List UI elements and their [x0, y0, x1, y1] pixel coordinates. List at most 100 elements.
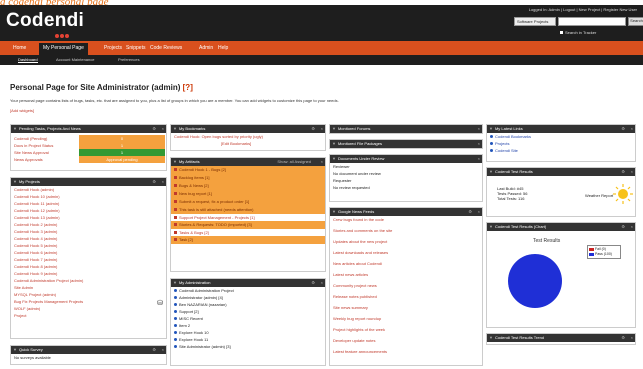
- checkbox-icon[interactable]: [560, 31, 563, 34]
- admin-item[interactable]: Site Administrator (admin) [3]: [171, 343, 325, 350]
- project-item[interactable]: Codendi Hook 4 (admin): [11, 235, 166, 242]
- artifact-item[interactable]: Codendi Hook 1 - Bugs [2]: [171, 166, 325, 174]
- preferences-link[interactable]: ⚙: [311, 126, 315, 131]
- project-item[interactable]: Codendi Hook 12 (admin): [11, 207, 166, 214]
- news-item[interactable]: Weekly bug report roundup: [330, 315, 482, 326]
- pending-label[interactable]: News Approvals: [14, 157, 43, 162]
- preferences-link[interactable]: ⚙: [621, 224, 625, 229]
- collapse-toggle-icon[interactable]: ▼: [489, 224, 493, 229]
- collapse-toggle-icon[interactable]: ▼: [332, 209, 336, 214]
- project-item[interactable]: WOLF (admin): [11, 305, 166, 312]
- project-item[interactable]: Codendi Hook 3 (admin): [11, 228, 166, 235]
- tab-projects[interactable]: Projects: [104, 45, 122, 51]
- news-item[interactable]: Crew bugs found in the code: [330, 216, 482, 227]
- link-item[interactable]: Projects: [487, 140, 635, 147]
- collapse-toggle-icon[interactable]: ▼: [13, 126, 17, 131]
- artifact-item[interactable]: Backlog items [1]: [171, 174, 325, 182]
- artifact-item[interactable]: Submit a request, fix a product order [1…: [171, 198, 325, 206]
- collapse-toggle-icon[interactable]: ▼: [332, 126, 336, 131]
- news-item[interactable]: Site news summary: [330, 304, 482, 315]
- news-item[interactable]: Updates about the new project: [330, 238, 482, 249]
- collapse-toggle-icon[interactable]: ▼: [13, 347, 17, 352]
- add-widgets-link[interactable]: [Add widgets]: [10, 108, 34, 113]
- close-icon[interactable]: ×: [478, 209, 480, 214]
- tab-code-reviews[interactable]: Code Reviews: [150, 45, 182, 51]
- project-item[interactable]: Codendi Hook 6 (admin): [11, 249, 166, 256]
- collapse-toggle-icon[interactable]: ▼: [173, 159, 177, 164]
- search-button[interactable]: Search: [628, 17, 643, 26]
- news-item[interactable]: Stories and comments on the site: [330, 227, 482, 238]
- project-item[interactable]: Bug Fix Projects Management Projects: [11, 298, 166, 305]
- subnav-account[interactable]: Account Maintenance: [56, 57, 94, 62]
- artifact-item[interactable]: Task [2]: [171, 236, 325, 244]
- admin-item[interactable]: MISC Recent: [171, 315, 325, 322]
- link-item[interactable]: Codendi Bookmarks: [487, 133, 635, 140]
- close-icon[interactable]: ×: [321, 159, 323, 164]
- tab-help[interactable]: Help: [218, 45, 228, 51]
- news-item[interactable]: Latest feature announcements: [330, 348, 482, 359]
- project-item[interactable]: Codendi Hook 10 (admin): [11, 193, 166, 200]
- project-item[interactable]: Codendi Hook 8 (admin): [11, 263, 166, 270]
- artifact-item[interactable]: Stories & Requests: TODO (imported) [3]: [171, 221, 325, 229]
- subnav-dashboard[interactable]: Dashboard: [18, 57, 38, 63]
- project-item[interactable]: Codendi Hook 2 (admin): [11, 221, 166, 228]
- close-icon[interactable]: ×: [162, 179, 164, 184]
- news-item[interactable]: Release notes published: [330, 293, 482, 304]
- bookmark-item[interactable]: Codendi Hook: Open bugs sorted by priori…: [171, 133, 325, 140]
- close-icon[interactable]: ×: [321, 280, 323, 285]
- project-item[interactable]: Site Admin: [11, 284, 166, 291]
- pending-label[interactable]: Codendi (Pending): [14, 136, 47, 141]
- tab-admin[interactable]: Admin: [199, 45, 213, 51]
- project-item[interactable]: Project: [11, 312, 166, 319]
- close-icon[interactable]: ×: [162, 126, 164, 131]
- page-title-help[interactable]: [?]: [183, 83, 193, 92]
- news-item[interactable]: New articles about Codendi: [330, 260, 482, 271]
- close-icon[interactable]: ×: [321, 126, 323, 131]
- news-item[interactable]: Latest news articles: [330, 271, 482, 282]
- pending-label[interactable]: Docs in Project Status: [14, 143, 53, 148]
- collapse-toggle-icon[interactable]: ▼: [13, 179, 17, 184]
- preferences-link[interactable]: ⚙: [152, 126, 156, 131]
- collapse-toggle-icon[interactable]: ▼: [332, 141, 336, 146]
- artifact-item[interactable]: New bug report [1]: [171, 190, 325, 198]
- news-item[interactable]: Developer update notes: [330, 337, 482, 348]
- artifact-item[interactable]: Support Project Management - Projects [1…: [171, 214, 325, 221]
- close-icon[interactable]: ×: [631, 335, 633, 340]
- subnav-preferences[interactable]: Preferences: [118, 57, 140, 62]
- collapse-toggle-icon[interactable]: ▼: [489, 126, 493, 131]
- pending-label[interactable]: Site News Approval: [14, 150, 49, 155]
- tab-home[interactable]: Home: [13, 45, 26, 51]
- admin-item[interactable]: Item 2: [171, 322, 325, 329]
- search-tracker-checkbox[interactable]: Search in Tracker: [560, 30, 596, 35]
- admin-item[interactable]: Explore Hook 10: [171, 329, 325, 336]
- collapse-toggle-icon[interactable]: ▼: [489, 169, 493, 174]
- close-icon[interactable]: ×: [631, 126, 633, 131]
- link-item[interactable]: Codendi Site: [487, 147, 635, 154]
- artifact-item[interactable]: This task is still attached (needs atten…: [171, 206, 325, 214]
- project-item[interactable]: Codendi Hook 7 (admin): [11, 256, 166, 263]
- preferences-link[interactable]: ⚙: [311, 280, 315, 285]
- admin-item[interactable]: Support [2]: [171, 308, 325, 315]
- search-type-select[interactable]: Software Projects: [514, 17, 556, 26]
- news-item[interactable]: Project highlights of the week: [330, 326, 482, 337]
- collapse-toggle-icon[interactable]: ▼: [173, 280, 177, 285]
- close-icon[interactable]: ×: [162, 347, 164, 352]
- project-item[interactable]: MYSQL Project (admin): [11, 291, 166, 298]
- project-item[interactable]: Codendi Hook 13 (admin): [11, 214, 166, 221]
- news-item[interactable]: Community project news: [330, 282, 482, 293]
- project-item[interactable]: Codendi Hook (admin): [11, 186, 166, 193]
- preferences-link[interactable]: ⚙: [152, 179, 156, 184]
- rss-icon[interactable]: ⛁: [157, 299, 163, 307]
- close-icon[interactable]: ×: [631, 224, 633, 229]
- artifact-item[interactable]: Bugs & News [2]: [171, 182, 325, 190]
- close-icon[interactable]: ×: [631, 169, 633, 174]
- project-item[interactable]: Codendi Hook 9 (admin): [11, 270, 166, 277]
- project-item[interactable]: Codendi Administration Project (admin): [11, 277, 166, 284]
- close-icon[interactable]: ×: [478, 126, 480, 131]
- project-item[interactable]: Codendi Hook 11 (admin): [11, 200, 166, 207]
- close-icon[interactable]: ×: [478, 156, 480, 161]
- search-input[interactable]: [558, 17, 626, 26]
- collapse-toggle-icon[interactable]: ▼: [489, 335, 493, 340]
- admin-item[interactable]: Ben NAZARIAN (nazarian): [171, 301, 325, 308]
- top-links[interactable]: Logged In: Admin | Logout | New Project …: [529, 7, 637, 12]
